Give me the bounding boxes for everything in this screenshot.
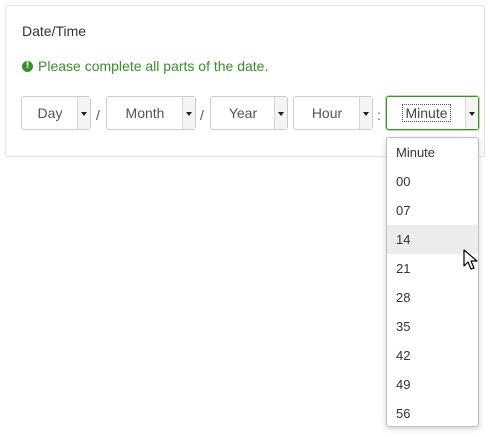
chevron-down-icon bbox=[363, 112, 369, 116]
dropdown-option[interactable]: 28 bbox=[387, 283, 478, 312]
dropdown-option[interactable]: 00 bbox=[387, 167, 478, 196]
date-separator: / bbox=[200, 107, 204, 123]
year-select-value: Year bbox=[228, 105, 258, 121]
chevron-down-icon bbox=[186, 112, 192, 116]
validation-message-text: Please complete all parts of the date. bbox=[38, 58, 269, 74]
day-select-toggle[interactable] bbox=[77, 97, 90, 129]
year-select[interactable]: Year bbox=[210, 96, 288, 130]
validation-message: ! Please complete all parts of the date. bbox=[22, 58, 268, 74]
day-select[interactable]: Day bbox=[21, 96, 91, 130]
time-separator: : bbox=[377, 107, 381, 123]
date-separator: / bbox=[96, 107, 100, 123]
date-time-card: Date/Time ! Please complete all parts of… bbox=[5, 5, 485, 157]
hour-select-value: Hour bbox=[311, 105, 343, 121]
minute-select-value: Minute bbox=[402, 104, 451, 122]
exclamation-circle-icon: ! bbox=[22, 60, 33, 72]
minute-select-toggle[interactable] bbox=[465, 97, 478, 129]
field-label: Date/Time bbox=[22, 23, 87, 39]
minute-select[interactable]: Minute bbox=[386, 96, 479, 130]
chevron-down-icon bbox=[469, 112, 475, 116]
dropdown-option[interactable]: 56 bbox=[387, 399, 478, 426]
mouse-pointer-icon bbox=[463, 249, 478, 270]
minute-dropdown-list: Minute 00 07 14 21 28 35 42 49 56 bbox=[386, 137, 479, 427]
hour-select[interactable]: Hour bbox=[293, 96, 373, 130]
chevron-down-icon bbox=[81, 112, 87, 116]
chevron-down-icon bbox=[278, 112, 284, 116]
page: Date/Time ! Please complete all parts of… bbox=[0, 0, 490, 437]
dropdown-option[interactable]: 07 bbox=[387, 196, 478, 225]
day-select-value: Day bbox=[37, 105, 63, 121]
month-select-value: Month bbox=[125, 105, 165, 121]
dropdown-option[interactable]: 35 bbox=[387, 312, 478, 341]
dropdown-option[interactable]: 42 bbox=[387, 341, 478, 370]
year-select-toggle[interactable] bbox=[274, 97, 287, 129]
hour-select-toggle[interactable] bbox=[359, 97, 372, 129]
month-select-toggle[interactable] bbox=[182, 97, 195, 129]
dropdown-option[interactable]: 49 bbox=[387, 370, 478, 399]
month-select[interactable]: Month bbox=[106, 96, 196, 130]
dropdown-option[interactable]: Minute bbox=[387, 138, 478, 167]
